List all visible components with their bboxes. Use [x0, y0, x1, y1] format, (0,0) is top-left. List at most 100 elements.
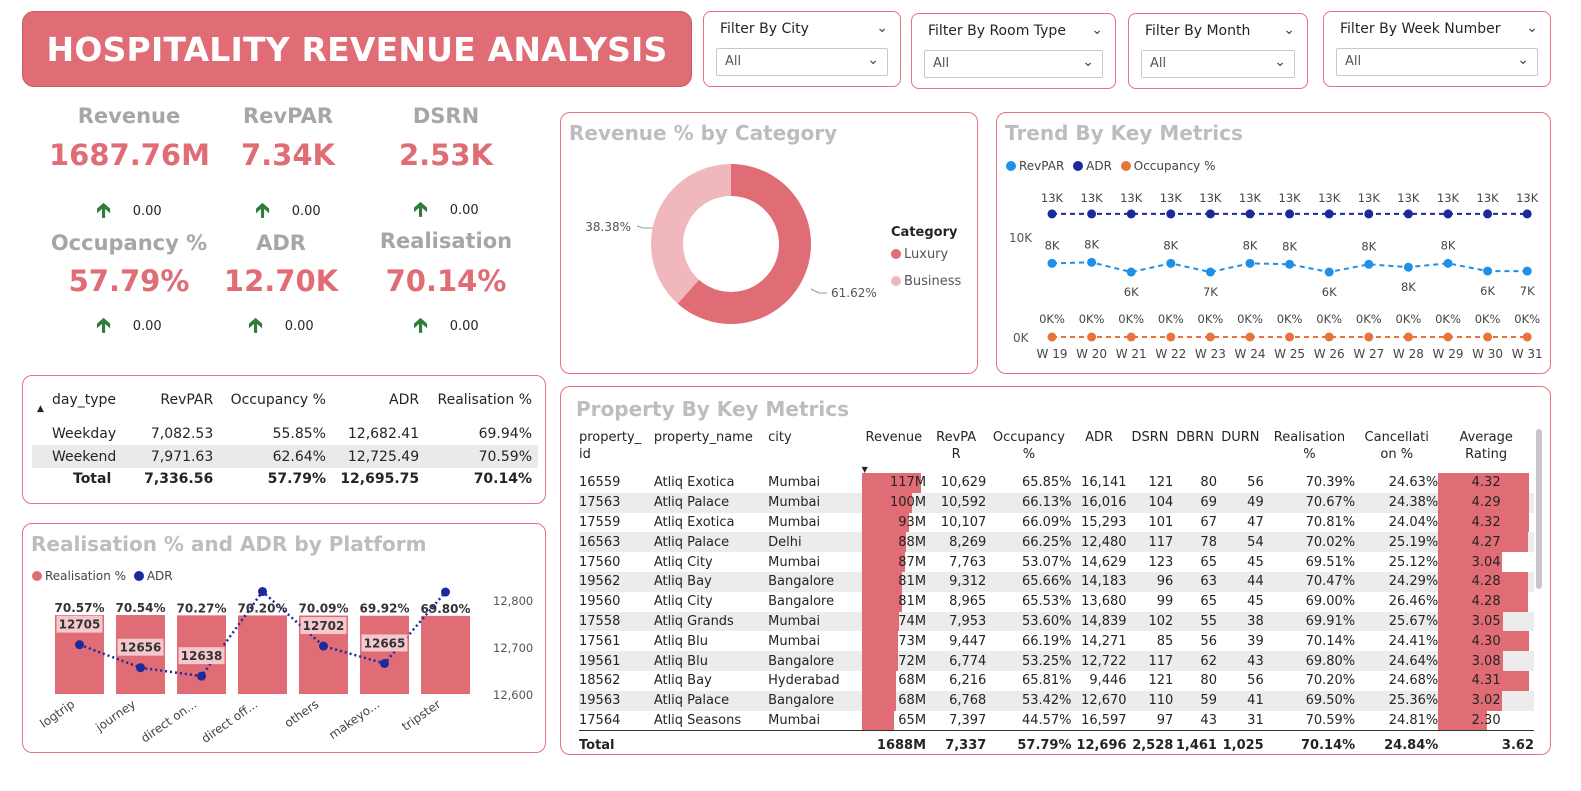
column-header[interactable]: ADR: [326, 386, 419, 414]
data-point[interactable]: [1403, 262, 1413, 272]
column-header[interactable]: property_ id: [579, 429, 654, 473]
table-row[interactable]: 17564 Atliq Seasons Mumbai 65M 7,397 44.57% 16…: [579, 710, 1534, 731]
data-point[interactable]: [1443, 209, 1453, 219]
data-point[interactable]: [1245, 209, 1255, 219]
data-point[interactable]: [1522, 332, 1532, 342]
column-header[interactable]: Revenue ▼: [862, 429, 926, 474]
table-row[interactable]: 18562 Atliq Bay Hyderabad 68M 6,216 65.81% 9,4…: [579, 670, 1534, 691]
adr-point[interactable]: [441, 587, 450, 597]
column-header[interactable]: day_type ▲: [32, 386, 132, 414]
data-point[interactable]: [1087, 209, 1097, 219]
data-point[interactable]: [1443, 332, 1453, 342]
data-point[interactable]: [1324, 332, 1334, 342]
filter-room-type-select[interactable]: All ⌄: [924, 50, 1103, 78]
legend-item-business[interactable]: Business: [891, 274, 961, 289]
chevron-down-icon[interactable]: ⌄: [867, 52, 879, 68]
table-row[interactable]: 17559 Atliq Exotica Mumbai 93M 10,107 66.09% 1…: [579, 512, 1534, 533]
data-point[interactable]: [1324, 267, 1334, 277]
column-header[interactable]: DBRN: [1173, 429, 1217, 473]
column-header[interactable]: RevPAR: [132, 386, 213, 414]
data-point[interactable]: [1483, 209, 1493, 219]
data-point[interactable]: [1205, 332, 1215, 342]
table-row[interactable]: 16563 Atliq Palace Delhi 88M 8,269 66.25% 12,4…: [579, 532, 1534, 553]
adr-point[interactable]: [258, 587, 267, 597]
data-point[interactable]: [1047, 209, 1057, 219]
table-row[interactable]: Weekday 7,082.53 55.85% 12,682.41 69.94%: [32, 422, 538, 445]
data-point[interactable]: [1245, 258, 1255, 268]
data-point[interactable]: [1443, 258, 1453, 268]
filter-city[interactable]: Filter By City ⌄ All ⌄: [703, 11, 901, 87]
data-point[interactable]: [1364, 259, 1374, 269]
data-point[interactable]: [1205, 267, 1215, 277]
data-point[interactable]: [1285, 332, 1295, 342]
data-point[interactable]: [1166, 332, 1176, 342]
filter-city-select[interactable]: All ⌄: [716, 48, 888, 76]
data-point[interactable]: [1047, 332, 1057, 342]
donut-slice[interactable]: [651, 164, 731, 304]
data-point[interactable]: [1285, 209, 1295, 219]
column-header[interactable]: DSRN: [1127, 429, 1174, 473]
table-row[interactable]: 17561 Atliq Blu Mumbai 73M 9,447 66.19% 14,271…: [579, 631, 1534, 652]
column-header[interactable]: property_name: [654, 429, 768, 473]
bar[interactable]: [238, 615, 287, 694]
table-row[interactable]: 16559 Atliq Exotica Mumbai 117M 10,629 65.85%…: [579, 473, 1534, 493]
data-point[interactable]: [1522, 266, 1532, 276]
table-row[interactable]: 19562 Atliq Bay Bangalore 81M 9,312 65.66% 14,…: [579, 571, 1534, 592]
column-header[interactable]: Realisation %: [419, 386, 538, 414]
data-point[interactable]: [1522, 209, 1532, 219]
data-point[interactable]: [1047, 258, 1057, 268]
column-header[interactable]: Occupancy %: [213, 386, 326, 414]
chevron-down-icon[interactable]: ⌄: [1526, 20, 1538, 36]
filter-week-number-select[interactable]: All ⌄: [1336, 48, 1538, 76]
data-point[interactable]: [1087, 257, 1097, 267]
revenue-category-donut[interactable]: 61.62% 38.38%: [561, 113, 977, 373]
adr-point[interactable]: [136, 663, 145, 673]
table-row[interactable]: 19560 Atliq City Bangalore 81M 8,965 65.53% 13…: [579, 591, 1534, 612]
table-row[interactable]: 17560 Atliq City Mumbai 87M 7,763 53.07% 14,62…: [579, 552, 1534, 572]
table-row[interactable]: Weekend 7,971.63 62.64% 12,725.49 70.59%: [32, 445, 538, 468]
data-point[interactable]: [1087, 332, 1097, 342]
chevron-down-icon[interactable]: ⌄: [876, 20, 888, 36]
legend-item-luxury[interactable]: Luxury: [891, 247, 948, 262]
filter-month[interactable]: Filter By Month ⌄ All ⌄: [1128, 13, 1308, 89]
adr-point[interactable]: [75, 640, 84, 650]
adr-point[interactable]: [197, 671, 206, 681]
trend-chart[interactable]: 10K 0K 8K 8K 6K 8K 7K 8K 8K 6K 8K 8K 8K 6K 7K 13K 13K 13K…: [997, 113, 1550, 373]
column-header[interactable]: Occupancy %: [986, 429, 1071, 473]
table-row[interactable]: 19563 Atliq Palace Bangalore 68M 6,768 53.42%…: [579, 690, 1534, 711]
data-point[interactable]: [1403, 209, 1413, 219]
adr-point[interactable]: [319, 641, 328, 651]
data-point[interactable]: [1205, 209, 1215, 219]
data-point[interactable]: [1364, 209, 1374, 219]
bar[interactable]: [421, 615, 470, 694]
chevron-down-icon[interactable]: ⌄: [1274, 54, 1286, 70]
data-point[interactable]: [1245, 332, 1255, 342]
chevron-down-icon[interactable]: ⌄: [1517, 52, 1529, 68]
chevron-down-icon[interactable]: ⌄: [1091, 22, 1103, 38]
sort-arrow-icon[interactable]: ▲: [37, 404, 44, 414]
column-header[interactable]: Average Rating: [1438, 429, 1534, 473]
data-point[interactable]: [1126, 332, 1136, 342]
table-scrollbar[interactable]: [1536, 429, 1542, 589]
data-point[interactable]: [1364, 332, 1374, 342]
filter-room-type[interactable]: Filter By Room Type ⌄ All ⌄: [911, 13, 1116, 89]
data-point[interactable]: [1285, 259, 1295, 269]
data-point[interactable]: [1403, 332, 1413, 342]
data-point[interactable]: [1126, 209, 1136, 219]
table-row[interactable]: 17563 Atliq Palace Mumbai 100M 10,592 66.13% 1…: [579, 492, 1534, 513]
platform-chart[interactable]: 12,80012,70012,60070.57% 70.54% 70.27% 70.2…: [23, 524, 545, 752]
column-header[interactable]: RevPA R: [926, 429, 986, 473]
chevron-down-icon[interactable]: ⌄: [1082, 54, 1094, 70]
chevron-down-icon[interactable]: ⌄: [1283, 22, 1295, 38]
column-header[interactable]: city: [768, 429, 862, 473]
data-point[interactable]: [1324, 209, 1334, 219]
column-header[interactable]: DURN: [1217, 429, 1264, 473]
bar[interactable]: [360, 615, 409, 694]
adr-point[interactable]: [380, 658, 389, 668]
data-point[interactable]: [1166, 209, 1176, 219]
data-point[interactable]: [1166, 258, 1176, 268]
table-row[interactable]: 19561 Atliq Blu Bangalore 72M 6,774 53.25% 12,…: [579, 651, 1534, 671]
column-header[interactable]: Realisation %: [1264, 429, 1355, 473]
column-header[interactable]: Cancellati on %: [1355, 429, 1438, 473]
column-header[interactable]: ADR: [1072, 429, 1127, 473]
